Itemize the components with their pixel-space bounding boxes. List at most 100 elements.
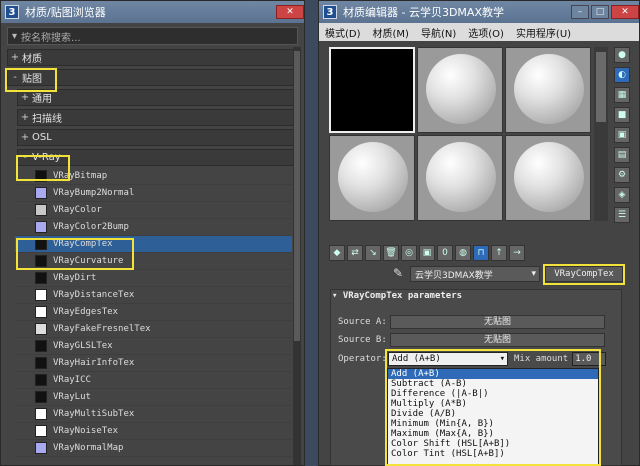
source-b-map-button[interactable]: 无贴图	[390, 333, 605, 347]
show-shaded-icon[interactable]: ◍	[455, 245, 471, 261]
go-forward-icon[interactable]: →	[509, 245, 525, 261]
map-list-item[interactable]: VRayGLSLTex	[15, 338, 292, 355]
maximize-icon[interactable]: □	[591, 5, 609, 19]
map-swatch-icon	[35, 425, 47, 437]
map-list-item[interactable]: VRayBump2Normal	[15, 185, 292, 202]
search-input[interactable]: ▾ 按名称搜索...	[7, 27, 298, 45]
put-to-library-icon[interactable]: ▣	[419, 245, 435, 261]
category-maps[interactable]: - 贴图	[7, 69, 298, 86]
menu-navigation[interactable]: 导航(N)	[415, 25, 462, 40]
options-icon[interactable]: ⚙	[614, 167, 630, 183]
subcategory-vray[interactable]: - V-Ray	[17, 149, 298, 166]
browser-titlebar[interactable]: 3 材质/贴图浏览器 ✕	[1, 1, 304, 23]
map-list-item[interactable]: VRayBitmap	[15, 168, 292, 185]
minimize-icon[interactable]: –	[571, 5, 589, 19]
operator-dropdown[interactable]: Add (A+B) ▾	[388, 352, 508, 366]
make-unique-icon[interactable]: ◎	[401, 245, 417, 261]
operator-option[interactable]: Minimum (Min{A, B})	[388, 419, 598, 429]
map-list-label: VRayCompTex	[53, 239, 113, 249]
map-swatch-icon	[35, 357, 47, 369]
map-list-label: VRayHairInfoTex	[53, 358, 135, 368]
map-list-item[interactable]: VRayCurvature	[15, 253, 292, 270]
menu-mode[interactable]: 模式(D)	[319, 25, 367, 40]
map-list-item[interactable]: VRayDirt	[15, 270, 292, 287]
sample-slot-6[interactable]	[505, 135, 591, 221]
map-list-label: VRayEdgesTex	[53, 307, 119, 317]
map-list-item[interactable]: VRayFakeFresnelTex	[15, 321, 292, 338]
side-toolbar: ● ◐ ▦ ■ ▣ ▤ ⚙ ◈ ☰	[612, 45, 632, 225]
subcategory-general[interactable]: + 通用	[17, 89, 298, 106]
material-id-icon[interactable]: 0	[437, 245, 453, 261]
sample-slot-4[interactable]	[329, 135, 415, 221]
map-list-label: VRayLut	[53, 392, 91, 402]
operator-option[interactable]: Subtract (A-B)	[388, 379, 598, 389]
operator-option[interactable]: Multiply (A*B)	[388, 399, 598, 409]
source-a-row: Source A: 无贴图	[338, 315, 605, 329]
menu-utilities[interactable]: 实用程序(U)	[510, 25, 577, 40]
make-preview-icon[interactable]: ▤	[614, 147, 630, 163]
eyedropper-icon[interactable]: ✎	[393, 266, 403, 280]
map-list-item[interactable]: VRayCompTex	[15, 236, 292, 253]
material-navigator-icon[interactable]: ☰	[614, 207, 630, 223]
show-end-result-icon[interactable]: ⊓	[473, 245, 489, 261]
operator-option[interactable]: Color Shift (HSL[A+B])	[388, 439, 598, 449]
sample-slot-2[interactable]	[417, 47, 503, 133]
background-icon[interactable]: ▦	[614, 87, 630, 103]
video-check-icon[interactable]: ▣	[614, 127, 630, 143]
operator-option[interactable]: Maximum (Max{A, B})	[388, 429, 598, 439]
assign-to-selection-icon[interactable]: ↘	[365, 245, 381, 261]
category-label: 贴图	[22, 74, 42, 85]
operator-option[interactable]: Difference (|A-B|)	[388, 389, 598, 399]
material-name-field[interactable]: 云学贝3DMAX教学 ▾	[410, 266, 540, 282]
mix-amount-spinner[interactable]: 1.0	[572, 352, 607, 366]
uv-tiling-icon[interactable]: ■	[614, 107, 630, 123]
rollout-header[interactable]: ▾ VRayCompTex parameters	[332, 291, 462, 301]
menu-material[interactable]: 材质(M)	[367, 25, 415, 40]
operator-option[interactable]: Color Tint (HSL[A+B])	[388, 449, 598, 459]
map-list-label: VRayBump2Normal	[53, 188, 135, 198]
put-to-scene-icon[interactable]: ⇄	[347, 245, 363, 261]
sample-scrollbar-thumb[interactable]	[596, 52, 606, 122]
expand-plus-icon: +	[20, 112, 30, 123]
operator-row: Operator: Add (A+B) ▾ Mix amount 1.0	[338, 352, 607, 366]
sample-sphere	[426, 54, 496, 124]
map-list-item[interactable]: VRayICC	[15, 372, 292, 389]
category-label: 通用	[32, 94, 52, 105]
source-b-row: Source B: 无贴图	[338, 333, 605, 347]
scrollbar-thumb[interactable]	[294, 51, 300, 341]
close-icon[interactable]: ✕	[611, 5, 639, 19]
delete-icon[interactable]: 🗑	[383, 245, 399, 261]
map-type-button[interactable]: VRayCompTex	[545, 266, 623, 282]
category-materials[interactable]: + 材质	[7, 49, 298, 66]
operator-option[interactable]: Add (A+B)	[388, 369, 598, 379]
go-to-parent-icon[interactable]: ↑	[491, 245, 507, 261]
subcategory-scanline[interactable]: + 扫描线	[17, 109, 298, 126]
sample-slot-5[interactable]	[417, 135, 503, 221]
map-list-item[interactable]: VRayEdgesTex	[15, 304, 292, 321]
map-list-item[interactable]: VRayDistanceTex	[15, 287, 292, 304]
map-list-item[interactable]: VRayColor2Bump	[15, 219, 292, 236]
close-icon[interactable]: ✕	[276, 5, 304, 19]
operator-option[interactable]: Divide (A/B)	[388, 409, 598, 419]
sample-slot-1[interactable]	[329, 47, 415, 133]
map-list-item[interactable]: VRayColor	[15, 202, 292, 219]
map-swatch-icon	[35, 408, 47, 420]
map-list-label: VRayColor2Bump	[53, 222, 129, 232]
get-material-icon[interactable]: ◆	[329, 245, 345, 261]
source-a-map-button[interactable]: 无贴图	[390, 315, 605, 329]
map-list-item[interactable]: VRayNormalMap	[15, 440, 292, 457]
category-label: OSL	[32, 132, 52, 143]
menu-options[interactable]: 选项(O)	[462, 25, 510, 40]
editor-titlebar[interactable]: 3 材质编辑器 - 云学贝3DMAX教学 – □ ✕	[319, 1, 639, 23]
sample-slot-3[interactable]	[505, 47, 591, 133]
subcategory-osl[interactable]: + OSL	[17, 129, 298, 146]
map-list-item[interactable]: VRayHairInfoTex	[15, 355, 292, 372]
map-swatch-icon	[35, 255, 47, 267]
category-label: V-Ray	[32, 152, 61, 163]
backlight-icon[interactable]: ◐	[614, 67, 630, 83]
map-list-item[interactable]: VRayNoiseTex	[15, 423, 292, 440]
sample-type-sphere-icon[interactable]: ●	[614, 47, 630, 63]
map-list-item[interactable]: VRayLut	[15, 389, 292, 406]
select-by-material-icon[interactable]: ◈	[614, 187, 630, 203]
map-list-item[interactable]: VRayMultiSubTex	[15, 406, 292, 423]
